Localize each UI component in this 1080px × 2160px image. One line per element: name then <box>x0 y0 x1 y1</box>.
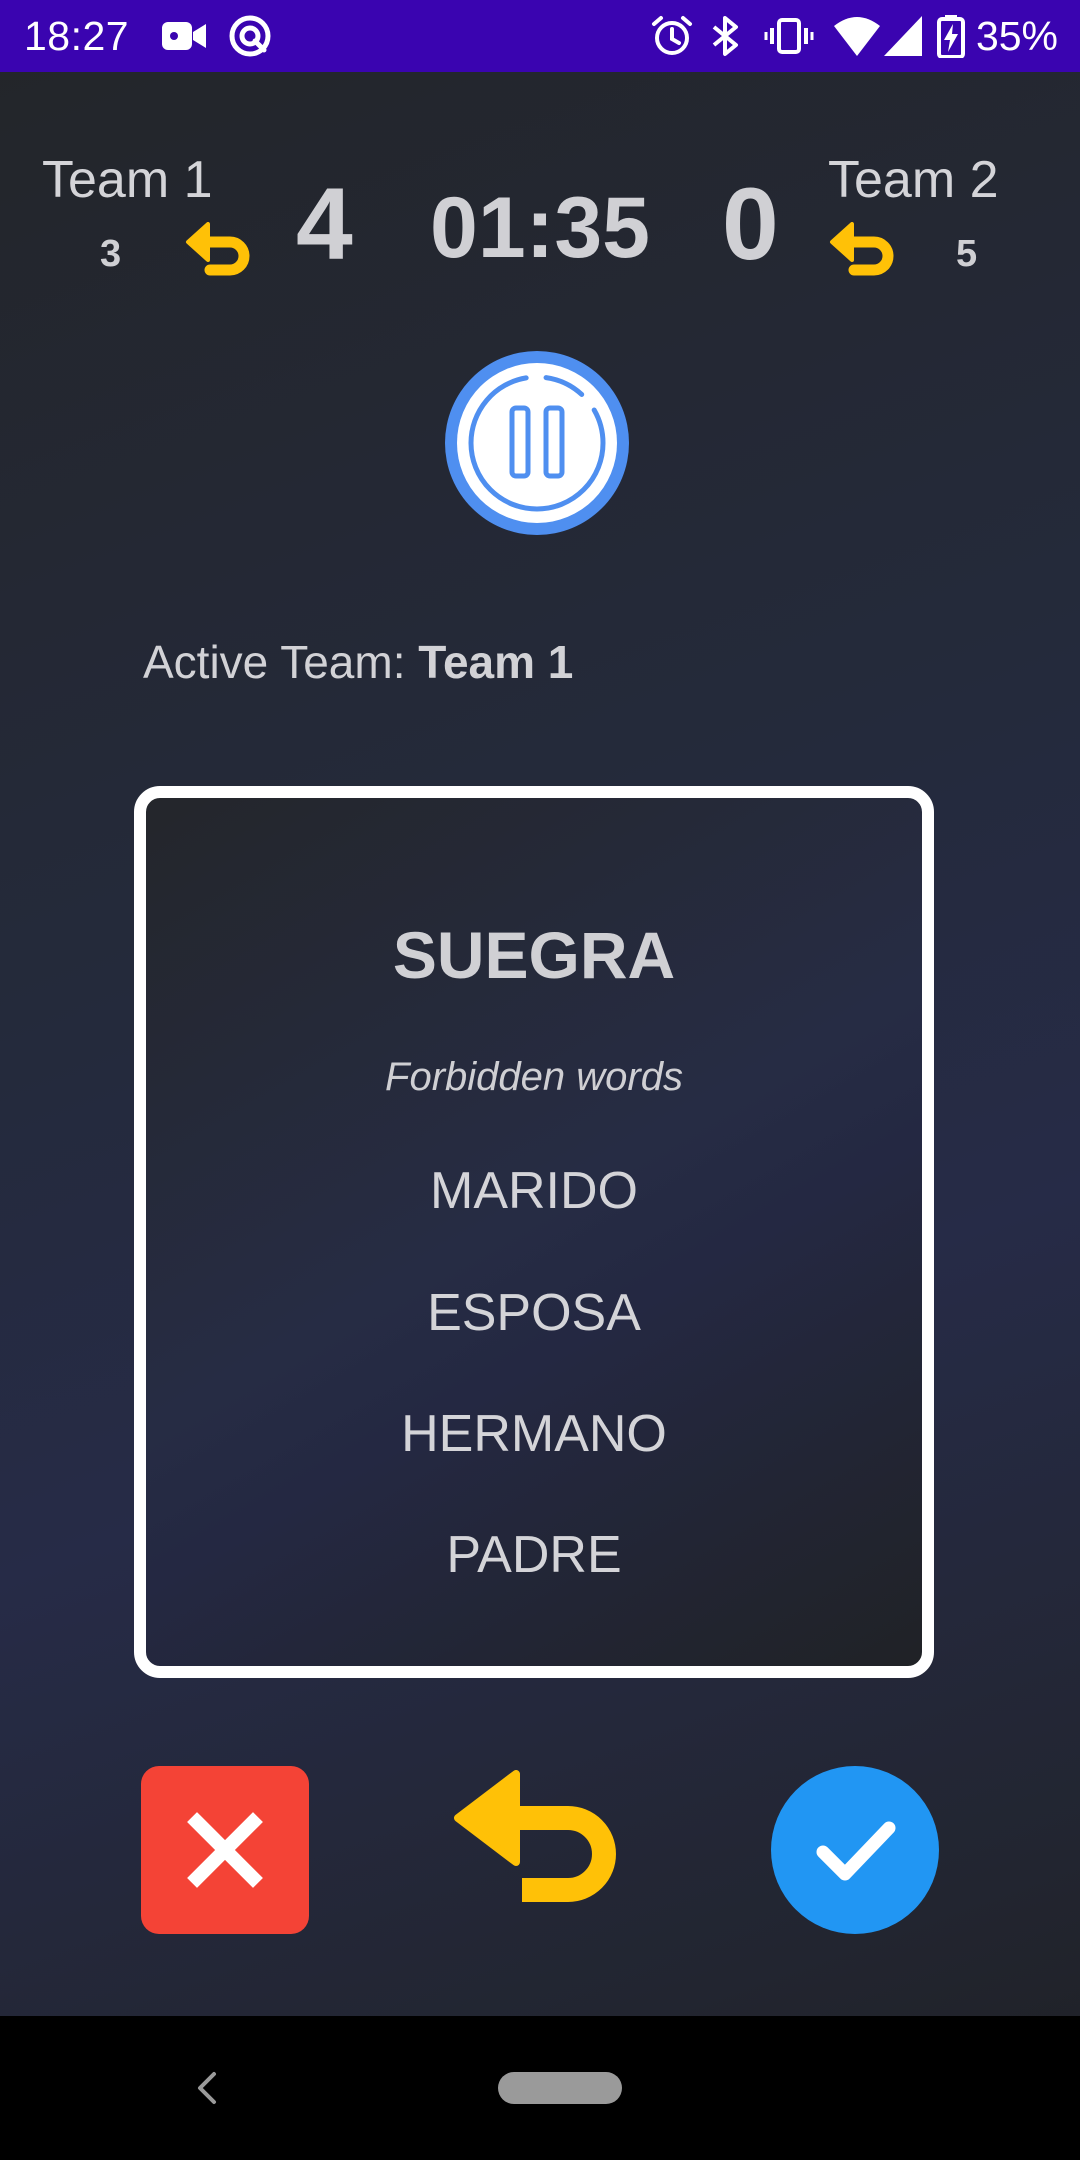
word-card: SUEGRA Forbidden words MARIDO ESPOSA HER… <box>134 786 934 1678</box>
location-sharing-icon <box>229 15 271 57</box>
bluetooth-icon <box>712 16 738 56</box>
team2-score: 0 <box>722 167 779 281</box>
check-icon <box>816 1821 896 1881</box>
back-icon[interactable] <box>186 2064 230 2112</box>
round-timer: 01:35 <box>430 180 650 276</box>
wrong-button[interactable] <box>141 1766 309 1934</box>
active-team: Active Team: Team 1 <box>143 634 573 690</box>
team1-score: 4 <box>296 167 353 281</box>
close-icon <box>187 1812 263 1888</box>
forbidden-words-title: Forbidden words <box>385 1055 683 1099</box>
alarm-icon <box>652 16 692 55</box>
card-word: SUEGRA <box>392 918 676 992</box>
vibrate-icon <box>764 18 814 54</box>
wifi-icon <box>834 17 880 56</box>
forbidden-word: MARIDO <box>430 1162 638 1220</box>
navigation-bar <box>0 2016 1080 2160</box>
forbidden-word: HERMANO <box>401 1405 667 1463</box>
pause-button[interactable] <box>442 348 632 538</box>
signal-icon <box>884 16 922 56</box>
undo-button[interactable] <box>450 1770 630 1930</box>
status-bar: 18:27 35% <box>0 0 1080 72</box>
video-camera-icon <box>162 22 206 50</box>
team2-name: Team 2 <box>828 151 999 209</box>
forbidden-word: PADRE <box>446 1526 622 1584</box>
team2-undo-icon[interactable] <box>826 222 902 290</box>
active-team-label: Active Team: <box>143 636 406 688</box>
team1-undo-icon[interactable] <box>182 222 258 290</box>
team2-skips: 5 <box>956 233 978 275</box>
home-pill-icon[interactable] <box>498 2072 622 2104</box>
team1-skips: 3 <box>100 233 122 275</box>
active-team-value: Team 1 <box>418 636 574 688</box>
status-time: 18:27 <box>24 13 130 59</box>
battery-percent: 35% <box>975 13 1058 59</box>
undo-icon <box>454 1770 616 1902</box>
team1-name: Team 1 <box>42 151 213 209</box>
battery-charging-icon <box>937 15 965 58</box>
forbidden-word: ESPOSA <box>427 1284 641 1342</box>
correct-button[interactable] <box>771 1766 939 1934</box>
